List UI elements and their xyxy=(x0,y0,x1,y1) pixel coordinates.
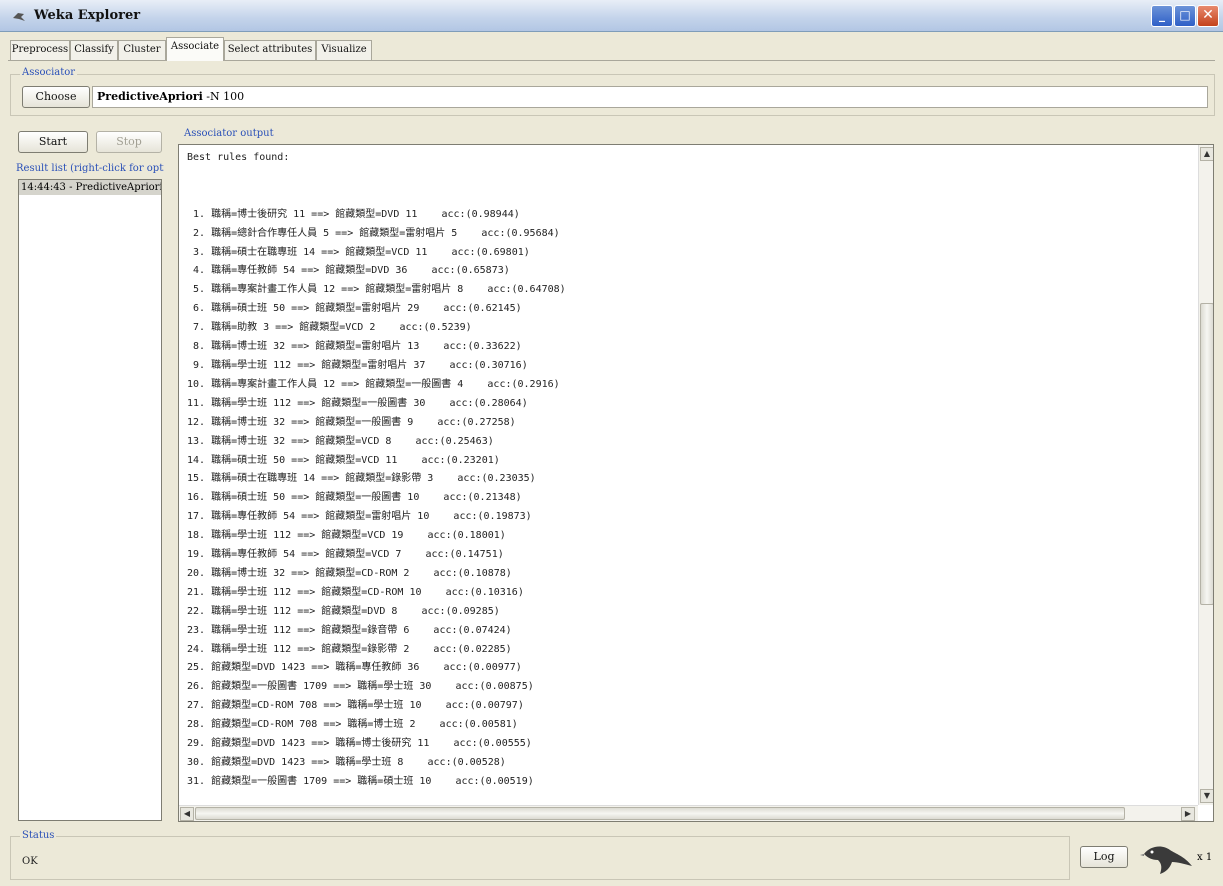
rule-line: 9. 職稱=學士班 112 ==> 館藏類型=雷射唱片 37 acc:(0.30… xyxy=(187,359,528,371)
tab-visualize[interactable]: Visualize xyxy=(316,40,372,60)
title-bar: Weka Explorer _ □ ✕ xyxy=(0,0,1223,32)
scroll-right-arrow-icon[interactable]: ▶ xyxy=(1181,807,1195,821)
rule-line: 25. 館藏類型=DVD 1423 ==> 職稱=專任教師 36 acc:(0.… xyxy=(187,662,522,674)
associator-output-text: Best rules found: 1. 職稱=博士後研究 11 ==> 館藏類… xyxy=(187,149,1187,792)
rule-line: 23. 職稱=學士班 112 ==> 館藏類型=錄音帶 6 acc:(0.074… xyxy=(187,624,512,636)
rule-line: 8. 職稱=博士班 32 ==> 館藏類型=雷射唱片 13 acc:(0.336… xyxy=(187,341,522,353)
weka-bird-status-icon xyxy=(1140,846,1192,874)
rule-line: 11. 職稱=學士班 112 ==> 館藏類型=一般圖書 30 acc:(0.2… xyxy=(187,397,528,409)
vertical-scrollbar[interactable]: ▲ ▼ xyxy=(1198,145,1213,805)
tab-select-attributes[interactable]: Select attributes xyxy=(224,40,316,60)
rule-line: 24. 職稱=學士班 112 ==> 館藏類型=錄影帶 2 acc:(0.022… xyxy=(187,643,512,655)
start-button[interactable]: Start xyxy=(18,131,88,153)
rule-line: 22. 職稱=學士班 112 ==> 館藏類型=DVD 8 acc:(0.092… xyxy=(187,605,500,617)
rule-line: 4. 職稱=專任教師 54 ==> 館藏類型=DVD 36 acc:(0.658… xyxy=(187,265,510,277)
associator-name: PredictiveApriori xyxy=(97,90,203,103)
rule-line: 29. 館藏類型=DVD 1423 ==> 職稱=博士後研究 11 acc:(0… xyxy=(187,738,532,750)
rule-line: 30. 館藏類型=DVD 1423 ==> 職稱=學士班 8 acc:(0.00… xyxy=(187,757,506,768)
window-title: Weka Explorer xyxy=(34,8,141,23)
rules-list: 1. 職稱=博士後研究 11 ==> 館藏類型=DVD 11 acc:(0.98… xyxy=(187,209,566,787)
weka-bird-icon xyxy=(13,13,25,21)
result-list-label: Result list (right-click for optic xyxy=(16,163,164,174)
rule-line: 28. 館藏類型=CD-ROM 708 ==> 職稱=博士班 2 acc:(0.… xyxy=(187,719,518,731)
rule-line: 3. 職稱=碩士在職專班 14 ==> 館藏類型=VCD 11 acc:(0.6… xyxy=(187,246,530,258)
result-list[interactable]: 14:44:43 - PredictiveApriori xyxy=(18,179,162,821)
rule-line: 21. 職稱=學士班 112 ==> 館藏類型=CD-ROM 10 acc:(0… xyxy=(187,586,524,598)
close-button[interactable]: ✕ xyxy=(1197,5,1219,27)
horizontal-scroll-thumb[interactable] xyxy=(195,807,1125,820)
task-multiplier: x 1 xyxy=(1197,852,1213,863)
rule-line: 27. 館藏類型=CD-ROM 708 ==> 職稱=學士班 10 acc:(0… xyxy=(187,700,524,712)
associator-output-panel[interactable]: Best rules found: 1. 職稱=博士後研究 11 ==> 館藏類… xyxy=(178,144,1214,822)
scroll-left-arrow-icon[interactable]: ◀ xyxy=(180,807,194,821)
rule-line: 2. 職稱=總針合作專任人員 5 ==> 館藏類型=雷射唱片 5 acc:(0.… xyxy=(187,227,560,239)
output-header: Best rules found: xyxy=(187,152,290,163)
log-button[interactable]: Log xyxy=(1080,846,1128,868)
tab-classify[interactable]: Classify xyxy=(70,40,118,60)
associator-config-field[interactable]: PredictiveApriori -N 100 xyxy=(92,86,1208,108)
status-text: OK xyxy=(22,856,38,867)
status-label: Status xyxy=(20,830,57,841)
rule-line: 18. 職稱=學士班 112 ==> 館藏類型=VCD 19 acc:(0.18… xyxy=(187,530,506,542)
rule-line: 12. 職稱=博士班 32 ==> 館藏類型=一般圖書 9 acc:(0.272… xyxy=(187,416,516,428)
tab-cluster[interactable]: Cluster xyxy=(118,40,166,60)
status-group xyxy=(10,836,1070,880)
associator-options: -N 100 xyxy=(206,90,245,103)
tab-associate[interactable]: Associate xyxy=(166,37,224,61)
rule-line: 7. 職稱=助教 3 ==> 館藏類型=VCD 2 acc:(0.5239) xyxy=(187,322,472,334)
rule-line: 15. 職稱=碩士在職專班 14 ==> 館藏類型=錄影帶 3 acc:(0.2… xyxy=(187,473,536,485)
rule-line: 17. 職稱=專任教師 54 ==> 館藏類型=雷射唱片 10 acc:(0.1… xyxy=(187,511,532,523)
rule-line: 5. 職稱=專案計畫工作人員 12 ==> 館藏類型=雷射唱片 8 acc:(0… xyxy=(187,284,566,296)
horizontal-scrollbar[interactable]: ◀ ▶ xyxy=(179,805,1198,821)
stop-button[interactable]: Stop xyxy=(96,131,162,153)
tab-preprocess[interactable]: Preprocess xyxy=(10,40,70,60)
rule-line: 19. 職稱=專任教師 54 ==> 館藏類型=VCD 7 acc:(0.147… xyxy=(187,549,504,561)
associator-label: Associator xyxy=(20,67,78,78)
minimize-button[interactable]: _ xyxy=(1151,5,1173,27)
vertical-scroll-thumb[interactable] xyxy=(1200,303,1213,605)
scroll-up-arrow-icon[interactable]: ▲ xyxy=(1200,147,1213,161)
rule-line: 20. 職稱=博士班 32 ==> 館藏類型=CD-ROM 2 acc:(0.1… xyxy=(187,567,512,579)
rule-line: 6. 職稱=碩士班 50 ==> 館藏類型=雷射唱片 29 acc:(0.621… xyxy=(187,303,522,315)
rule-line: 10. 職稱=專案計畫工作人員 12 ==> 館藏類型=一般圖書 4 acc:(… xyxy=(187,378,560,390)
result-list-item[interactable]: 14:44:43 - PredictiveApriori xyxy=(19,180,161,195)
scroll-down-arrow-icon[interactable]: ▼ xyxy=(1200,789,1213,803)
maximize-button[interactable]: □ xyxy=(1174,5,1196,27)
rule-line: 13. 職稱=博士班 32 ==> 館藏類型=VCD 8 acc:(0.2546… xyxy=(187,435,494,447)
rule-line: 31. 館藏類型=一般圖書 1709 ==> 職稱=碩士班 10 acc:(0.… xyxy=(187,775,534,787)
rule-line: 26. 館藏類型=一般圖書 1709 ==> 職稱=學士班 30 acc:(0.… xyxy=(187,681,534,693)
rule-line: 1. 職稱=博士後研究 11 ==> 館藏類型=DVD 11 acc:(0.98… xyxy=(187,208,520,220)
rule-line: 14. 職稱=碩士班 50 ==> 館藏類型=VCD 11 acc:(0.232… xyxy=(187,454,500,466)
rule-line: 16. 職稱=碩士班 50 ==> 館藏類型=一般圖書 10 acc:(0.21… xyxy=(187,492,522,504)
choose-button[interactable]: Choose xyxy=(22,86,90,108)
associator-output-label: Associator output xyxy=(184,128,274,139)
